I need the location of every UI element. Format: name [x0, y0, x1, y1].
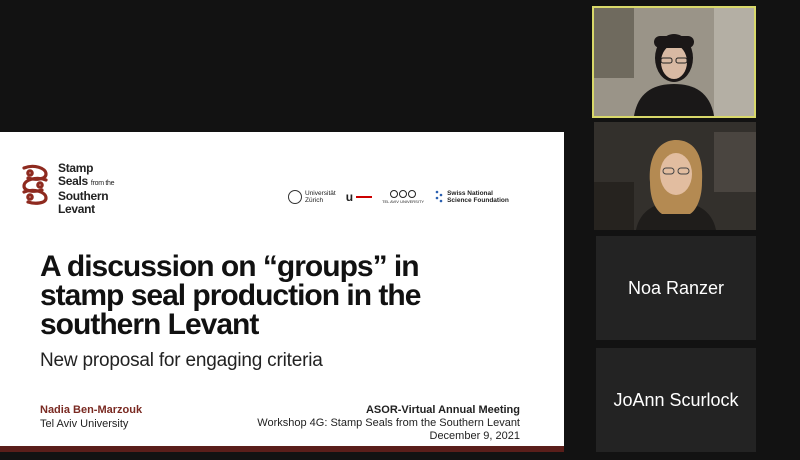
seal-spiral-icon	[22, 164, 48, 205]
video-tile-participant-name-only[interactable]: Noa Ranzer	[596, 236, 756, 340]
logo-line2: Seals	[58, 174, 88, 188]
slide-title-line: southern Levant	[40, 308, 259, 341]
presenter-name: Nadia Ben-Marzouk	[40, 404, 143, 416]
snsf-dots-icon	[435, 190, 443, 203]
uzh-logo: Universität Zürich	[288, 190, 336, 204]
participant-video-feed	[594, 8, 754, 116]
uzh-line1: Universität	[305, 190, 336, 197]
video-tile-participant-name-only[interactable]: JoAnn Scurlock	[596, 348, 756, 452]
slide-title: A discussion on “groups” in stamp seal p…	[40, 250, 540, 341]
tau-circles-icon	[390, 190, 417, 198]
uzh-line2: Zürich	[305, 197, 324, 204]
slide-title-line: stamp seal production in the	[40, 279, 421, 312]
slide-title-line: A discussion on “groups” in	[40, 250, 420, 283]
presenter-affiliation: Tel Aviv University	[40, 418, 129, 430]
unibern-u: u	[345, 190, 354, 204]
snsf-logo: Swiss National Science Foundation	[434, 190, 509, 204]
video-tile-active-speaker[interactable]	[592, 6, 756, 118]
slide-subtitle: New proposal for engaging criteria	[40, 350, 323, 371]
participant-name: JoAnn Scurlock	[613, 389, 739, 410]
slide-accent-bar	[0, 446, 564, 452]
snsf-line2: Science Foundation	[447, 197, 509, 204]
participant-video-feed	[594, 122, 756, 230]
participant-name: Noa Ranzer	[627, 277, 725, 298]
shared-screen-slide: Stamp Seals from the Southern Levant Uni…	[0, 132, 564, 452]
event-title: ASOR-Virtual Annual Meeting	[365, 404, 520, 416]
logo-line2-small: from the	[90, 180, 115, 187]
unibern-logo: u	[345, 190, 373, 204]
stamp-seals-logo: Stamp Seals from the Southern Levant	[16, 162, 115, 216]
snsf-line1: Swiss National	[447, 190, 493, 197]
logo-line4: Levant	[58, 202, 95, 216]
event-workshop: Workshop 4G: Stamp Seals from the Southe…	[257, 417, 520, 429]
tau-logo: TEL AVIV UNIVERSITY	[382, 190, 424, 204]
tau-text: TEL AVIV UNIVERSITY	[382, 199, 425, 204]
uzh-seal-icon	[288, 190, 302, 204]
event-date: December 9, 2021	[429, 430, 521, 442]
partner-logos: Universität Zürich u TEL AVIV UNIVERSITY…	[288, 190, 509, 204]
unibern-line-icon	[356, 196, 373, 198]
video-tile-participant[interactable]	[594, 122, 756, 230]
event-info: ASOR-Virtual Annual Meeting Workshop 4G:…	[257, 404, 520, 443]
